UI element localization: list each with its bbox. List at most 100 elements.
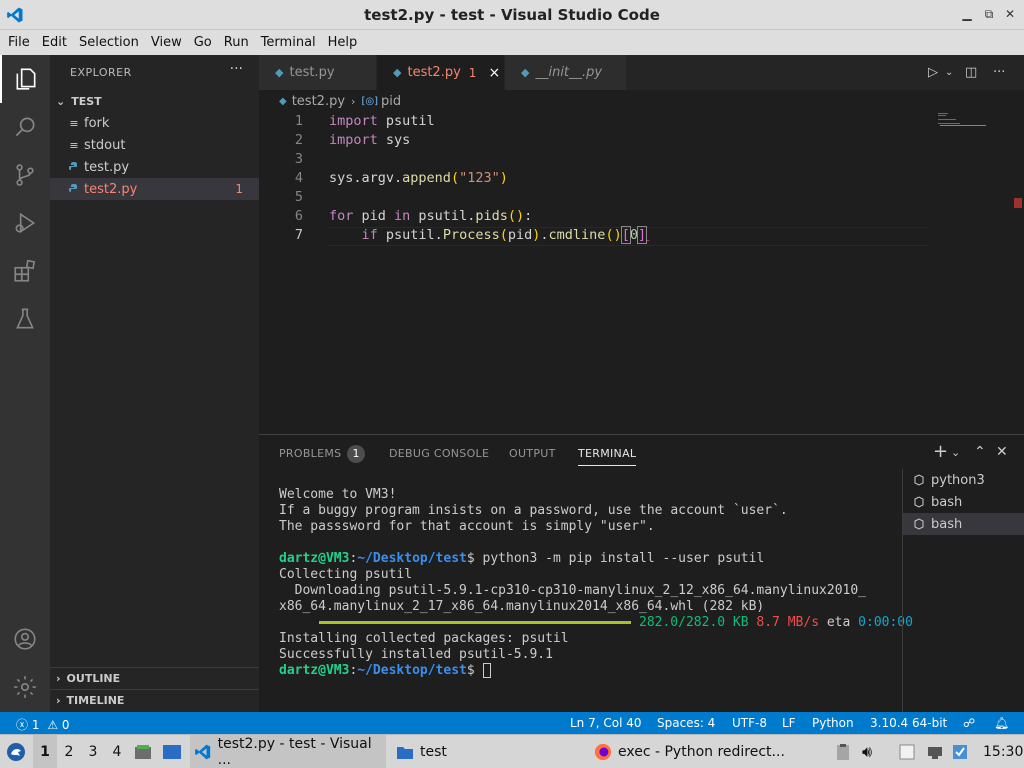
tab-problems[interactable]: PROBLEMS: [279, 447, 341, 460]
keyword: import: [329, 132, 378, 148]
explorer-icon[interactable]: [0, 55, 50, 103]
code-editor[interactable]: 1 2 3 4 5 6 7 import psutil import sys s…: [259, 112, 1024, 434]
indentation[interactable]: Spaces: 4: [657, 716, 715, 730]
taskbar-window-folder[interactable]: test: [392, 735, 572, 768]
prompt-symbol: $: [466, 663, 483, 678]
start-menu-icon[interactable]: [4, 735, 28, 768]
notes-applet-icon[interactable]: [898, 735, 920, 768]
terminal-line: Installing collected packages: psutil: [279, 631, 569, 646]
settings-gear-icon[interactable]: [0, 663, 50, 711]
variable-symbol-icon: [◎]: [361, 95, 378, 107]
tab-test-py[interactable]: ◆ test.py: [259, 55, 377, 90]
tab-test2-py[interactable]: ◆ test2.py 1 ×: [377, 55, 505, 90]
minimap[interactable]: [936, 112, 1006, 132]
file-label: test.py: [84, 159, 130, 175]
terminal-item-label: bash: [931, 494, 963, 510]
more-actions-icon[interactable]: ···: [993, 65, 1005, 80]
file-manager-launcher-icon[interactable]: [134, 735, 154, 768]
tab-label: __init__.py: [535, 65, 603, 80]
encoding[interactable]: UTF-8: [732, 716, 767, 730]
volume-icon[interactable]: 🔊︎: [862, 735, 882, 768]
close-tab-icon[interactable]: ×: [488, 65, 500, 81]
extensions-icon[interactable]: [0, 247, 50, 295]
maximize-icon[interactable]: ⧉: [982, 7, 996, 21]
cursor-position[interactable]: Ln 7, Col 40: [570, 716, 642, 730]
workspace-2[interactable]: 2: [57, 735, 81, 768]
show-desktop-icon[interactable]: [162, 735, 184, 768]
outline-section[interactable]: › OUTLINE: [50, 667, 259, 689]
taskbar-window-firefox[interactable]: exec - Python redirect...: [592, 735, 822, 768]
tab-output[interactable]: OUTPUT: [509, 447, 556, 460]
more-actions-icon[interactable]: ···: [230, 61, 243, 77]
breadcrumb-file[interactable]: test2.py: [292, 94, 345, 109]
terminal-output[interactable]: Welcome to VM3! If a buggy program insis…: [279, 487, 913, 679]
network-icon[interactable]: [926, 735, 948, 768]
menu-help[interactable]: Help: [328, 35, 358, 50]
menu-terminal[interactable]: Terminal: [261, 35, 316, 50]
file-item-test2-py[interactable]: test2.py 1: [50, 178, 259, 200]
python-interpreter[interactable]: 3.10.4 64-bit: [870, 716, 947, 730]
menu-run[interactable]: Run: [224, 35, 249, 50]
problem-count-badge: 1: [235, 182, 243, 196]
tab-terminal[interactable]: TERMINAL: [578, 447, 637, 466]
problems-count-badge: 1: [347, 445, 365, 463]
run-debug-icon[interactable]: [0, 199, 50, 247]
run-python-file-icon[interactable]: ▷: [928, 65, 938, 80]
language-mode[interactable]: Python: [812, 716, 854, 730]
timeline-section[interactable]: › TIMELINE: [50, 689, 259, 711]
run-dropdown-chevron-icon[interactable]: ⌄: [945, 67, 953, 78]
bracket: [: [620, 226, 631, 244]
timeline-label: TIMELINE: [66, 694, 125, 707]
file-item-fork[interactable]: ≡ fork: [50, 112, 259, 134]
breadcrumb-symbol[interactable]: pid: [381, 94, 401, 109]
problems-status[interactable]: ⓧ 1 ⚠ 0: [16, 716, 70, 733]
keyword: if: [361, 227, 378, 243]
python-file-icon: ◆: [393, 66, 402, 79]
menu-file[interactable]: File: [8, 35, 30, 50]
new-terminal-icon[interactable]: +: [933, 441, 948, 462]
terminal-dropdown-chevron-icon[interactable]: ⌄: [951, 446, 960, 459]
menu-selection[interactable]: Selection: [79, 35, 139, 50]
terminal-item-bash[interactable]: bash: [903, 491, 1024, 513]
title-bar: test2.py - test - Visual Studio Code ▁ ⧉…: [0, 0, 1024, 30]
menu-view[interactable]: View: [151, 35, 182, 50]
close-window-icon[interactable]: ✕: [1003, 7, 1017, 21]
python-file-icon: ◆: [521, 66, 530, 79]
terminal-item-bash-active[interactable]: bash: [903, 513, 1024, 535]
bracket: (: [450, 170, 460, 186]
clipboard-icon[interactable]: [835, 735, 853, 768]
maximize-panel-icon[interactable]: ⌃: [974, 444, 986, 460]
terminal-item-python3[interactable]: python3: [903, 469, 1024, 491]
feedback-icon[interactable]: ☍: [963, 716, 975, 730]
menu-go[interactable]: Go: [194, 35, 212, 50]
file-item-stdout[interactable]: ≡ stdout: [50, 134, 259, 156]
file-item-test-py[interactable]: test.py: [50, 156, 259, 178]
window-label: exec - Python redirect...: [618, 744, 785, 760]
split-editor-icon[interactable]: ◫: [965, 65, 977, 80]
file-label: stdout: [84, 137, 126, 153]
account-icon[interactable]: [0, 615, 50, 663]
tab-init-py[interactable]: ◆ __init__.py: [505, 55, 627, 90]
terminal-line: x86_64.manylinux_2_17_x86_64.manylinux20…: [279, 599, 765, 614]
folder-test[interactable]: ⌄ TEST: [50, 90, 259, 112]
bracket: ]: [636, 226, 648, 244]
testing-icon[interactable]: [0, 295, 50, 343]
terminal-command: python3 -m pip install --user psutil: [482, 551, 765, 566]
taskbar-window-vscode[interactable]: test2.py - test - Visual ...: [190, 735, 386, 768]
line-ending[interactable]: LF: [782, 716, 796, 730]
workspace-3[interactable]: 3: [81, 735, 105, 768]
close-panel-icon[interactable]: ✕: [996, 444, 1008, 460]
updates-icon[interactable]: [952, 735, 972, 768]
workspace-4[interactable]: 4: [105, 735, 129, 768]
clock[interactable]: 15:30: [983, 735, 1023, 768]
search-icon[interactable]: [0, 103, 50, 151]
terminal-line: Welcome to VM3!: [279, 487, 397, 502]
dot: .: [540, 227, 549, 243]
workspace-1[interactable]: 1: [33, 735, 57, 768]
minimize-icon[interactable]: ▁: [960, 7, 974, 21]
source-control-icon[interactable]: [0, 151, 50, 199]
menu-edit[interactable]: Edit: [42, 35, 67, 50]
tab-debug-console[interactable]: DEBUG CONSOLE: [389, 447, 489, 460]
notifications-bell-icon[interactable]: 🔔︎: [994, 716, 1009, 730]
